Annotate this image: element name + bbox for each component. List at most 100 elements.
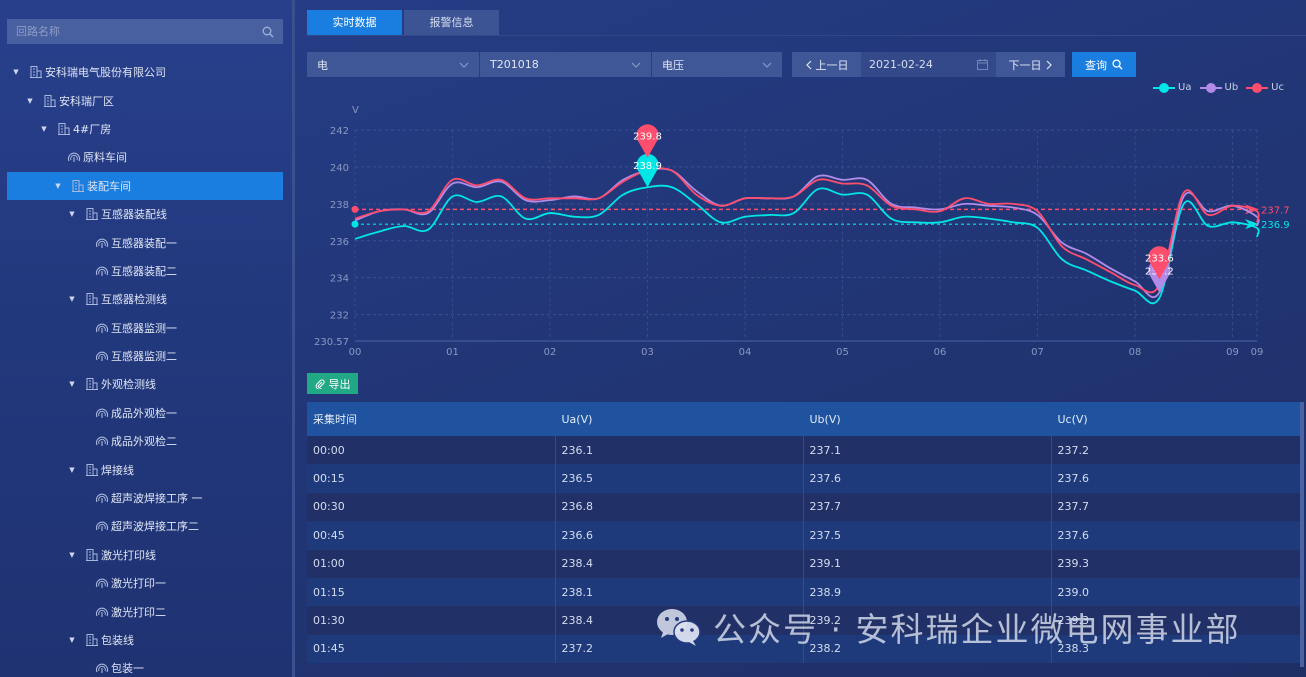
- parameter-select[interactable]: 电压: [652, 52, 782, 77]
- tree-node-label: 安科瑞厂区: [59, 94, 114, 108]
- cell-uc: 238.3: [1051, 634, 1301, 664]
- expand-caret-icon[interactable]: ▼: [67, 295, 77, 303]
- tree-node[interactable]: ▼ 装配车间: [7, 171, 283, 200]
- tree-node-label: 超声波焊接工序二: [111, 520, 199, 534]
- tree-node[interactable]: 互感器监测一: [7, 314, 283, 342]
- tree-node[interactable]: ▼ 4#厂房: [7, 115, 283, 143]
- next-day-label: 下一日: [1008, 58, 1042, 72]
- table-row: 00:15 236.5 237.6 237.6: [307, 464, 1301, 493]
- tree-node[interactable]: 超声波焊接工序 一: [7, 484, 283, 512]
- parameter-value: 电压: [662, 58, 684, 72]
- average-line-start-dot: [351, 220, 359, 228]
- tree-node[interactable]: ▼ 焊接线: [7, 455, 283, 483]
- meter-icon: [95, 349, 109, 363]
- expand-caret-icon[interactable]: ▼: [53, 182, 63, 190]
- cell-time: 01:00: [307, 549, 556, 578]
- legend-item-ua[interactable]: Ua: [1153, 82, 1192, 93]
- data-table: 采集时间 Ua(V) Ub(V) Uc(V) 00:00 236.1 237.1 23…: [307, 402, 1306, 667]
- table-scrollbar[interactable]: [1300, 402, 1304, 667]
- building-icon: [71, 179, 85, 193]
- tab-alarm-info[interactable]: 报警信息: [404, 10, 499, 35]
- cell-ua: 236.5: [555, 464, 804, 493]
- tab-underline: [307, 35, 1306, 36]
- meter-icon: [95, 321, 109, 335]
- meter-icon: [95, 661, 109, 675]
- energy-type-select[interactable]: 电: [307, 52, 479, 77]
- tree-node[interactable]: ▼ 安科瑞电气股份有限公司: [7, 58, 283, 86]
- tree-node[interactable]: ▼ 包装线: [7, 626, 283, 654]
- expand-caret-icon[interactable]: ▼: [67, 636, 77, 644]
- x-tick-label: 01: [446, 347, 459, 358]
- tree-node[interactable]: ▼ 外观检测线: [7, 370, 283, 398]
- cell-time: 00:45: [307, 521, 556, 550]
- legend-swatch-ua: [1153, 82, 1176, 93]
- search-icon[interactable]: [262, 26, 274, 38]
- device-select[interactable]: T201018: [480, 52, 651, 77]
- cell-time: 00:15: [307, 464, 556, 493]
- expand-caret-icon[interactable]: ▼: [67, 466, 77, 474]
- tree-node-label: 4#厂房: [73, 122, 112, 136]
- expand-caret-icon[interactable]: ▼: [67, 551, 77, 559]
- cell-ub: 237.7: [803, 492, 1052, 522]
- tree-node[interactable]: ▼ 激光打印线: [7, 541, 283, 569]
- cell-ub: 239.2: [803, 606, 1052, 635]
- tree-node[interactable]: ▼ 安科瑞厂区: [7, 86, 283, 114]
- tree-node-label: 安科瑞电气股份有限公司: [45, 66, 166, 80]
- x-tick-label: 03: [641, 347, 654, 358]
- table-row: 01:00 238.4 239.1 239.3: [307, 549, 1301, 578]
- export-button[interactable]: 导出: [307, 373, 358, 394]
- tree-node-label: 原料车间: [83, 151, 127, 165]
- tree-node[interactable]: 互感器装配二: [7, 257, 283, 285]
- expand-caret-icon[interactable]: ▼: [25, 97, 35, 105]
- circuit-search-input[interactable]: [16, 25, 262, 38]
- cell-time: 00:00: [307, 436, 556, 465]
- building-icon: [85, 207, 99, 221]
- date-navigator: 上一日 2021-02-24 下一日: [792, 52, 1065, 77]
- legend-item-ub[interactable]: Ub: [1199, 82, 1238, 93]
- x-tick-label: 09: [1251, 347, 1264, 358]
- tree-node[interactable]: 超声波焊接工序二: [7, 512, 283, 540]
- cell-uc: 237.2: [1051, 436, 1301, 465]
- cell-time: 01:30: [307, 606, 556, 635]
- cell-ua: 236.6: [555, 521, 804, 550]
- tree-node[interactable]: 成品外观检二: [7, 427, 283, 455]
- meter-icon: [95, 491, 109, 505]
- cell-ub: 237.5: [803, 521, 1052, 550]
- prev-day-button[interactable]: 上一日: [792, 52, 861, 77]
- query-button[interactable]: 查询: [1072, 52, 1136, 77]
- tree-node-label: 包装线: [101, 634, 134, 647]
- expand-caret-icon[interactable]: ▼: [11, 68, 21, 76]
- tree-node[interactable]: 成品外观检一: [7, 399, 283, 427]
- building-icon: [85, 377, 99, 391]
- tree-node-label: 互感器装配二: [111, 264, 177, 278]
- tree-node-label: 激光打印线: [101, 548, 156, 562]
- y-tick-label: 236: [330, 237, 349, 248]
- tree-node[interactable]: 互感器监测二: [7, 342, 283, 370]
- cell-uc: 239.3: [1051, 549, 1301, 578]
- tree-node[interactable]: ▼ 互感器装配线: [7, 200, 283, 228]
- tree-node[interactable]: 互感器装配一: [7, 228, 283, 256]
- next-day-button[interactable]: 下一日: [996, 52, 1065, 77]
- chevron-down-icon: [631, 62, 641, 68]
- meter-icon: [95, 519, 109, 533]
- legend-item-uc[interactable]: Uc: [1246, 82, 1284, 93]
- table-row: 00:45 236.6 237.5 237.6: [307, 521, 1301, 550]
- tree-node[interactable]: 激光打印一: [7, 569, 283, 597]
- column-header-time: 采集时间: [307, 402, 556, 436]
- expand-caret-icon[interactable]: ▼: [39, 125, 49, 133]
- expand-caret-icon[interactable]: ▼: [67, 380, 77, 388]
- tree-node[interactable]: ▼ 互感器检测线: [7, 285, 283, 313]
- y-tick-label: 232: [330, 311, 349, 322]
- tree-node[interactable]: 包装一: [7, 654, 283, 677]
- cell-ua: 238.4: [555, 606, 804, 635]
- tree-node[interactable]: 激光打印二: [7, 597, 283, 625]
- cell-uc: 239.3: [1051, 606, 1301, 635]
- tree-node-label: 互感器装配线: [101, 208, 167, 222]
- expand-caret-icon[interactable]: ▼: [67, 210, 77, 218]
- tree-node[interactable]: 原料车间: [7, 143, 283, 171]
- legend-label-ua: Ua: [1178, 82, 1192, 93]
- building-icon: [85, 463, 99, 477]
- tab-realtime-data[interactable]: 实时数据: [307, 10, 402, 35]
- date-picker[interactable]: 2021-02-24: [861, 52, 996, 77]
- device-value: T201018: [490, 58, 539, 71]
